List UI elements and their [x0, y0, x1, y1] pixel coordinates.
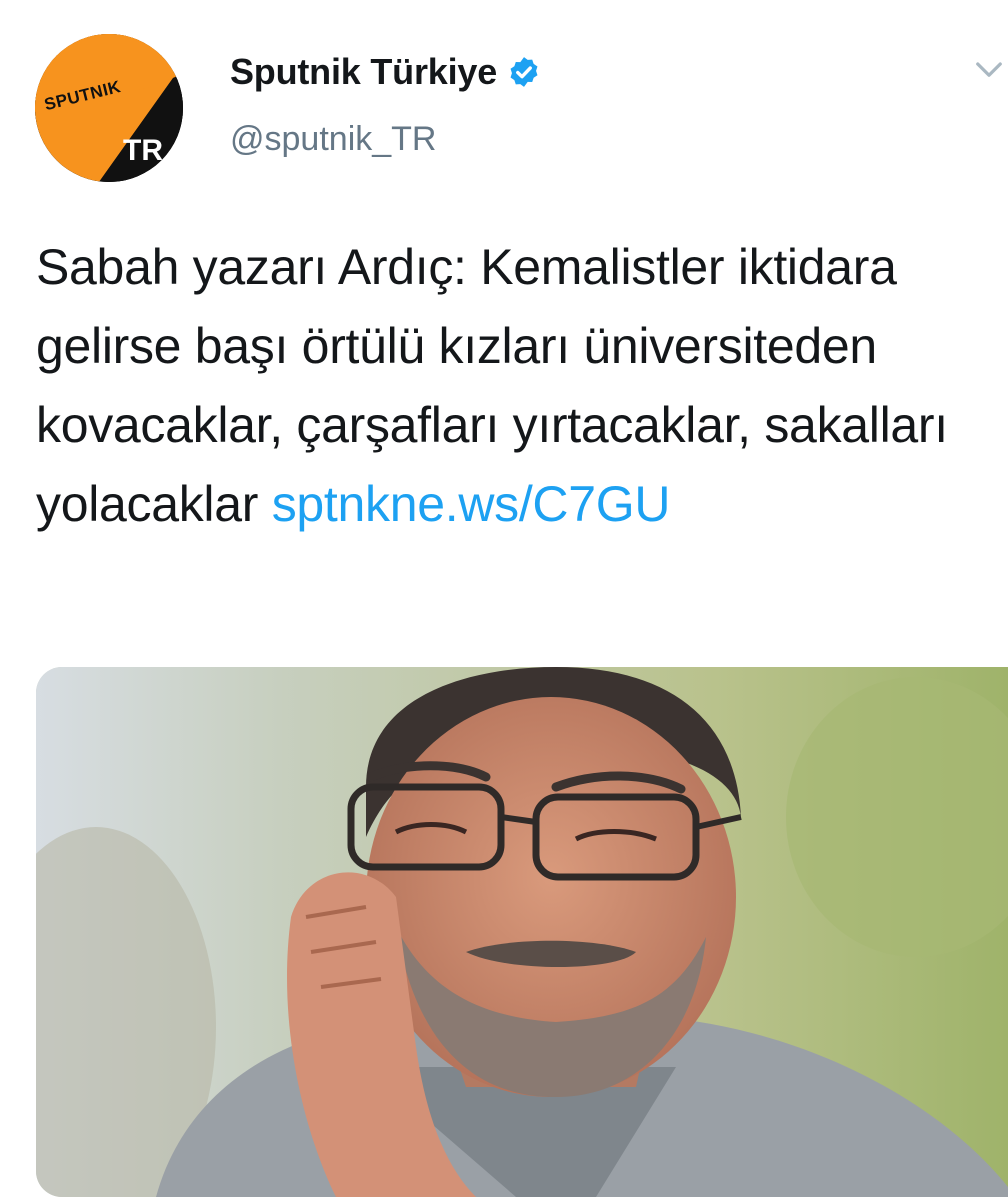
display-name[interactable]: Sputnik Türkiye — [230, 51, 497, 93]
verified-badge-icon — [510, 57, 538, 87]
tweet-link[interactable]: sptnkne.ws/C7GU — [272, 476, 671, 532]
avatar-badge-text: TR — [123, 134, 163, 167]
tweet-text: Sabah yazarı Ardıç: Kemalistler iktidara… — [36, 228, 986, 544]
chevron-down-icon[interactable] — [974, 54, 1004, 84]
sputnik-logo: SPUTNIK TR — [35, 34, 183, 182]
account-handle[interactable]: @sputnik_TR — [230, 120, 436, 159]
tweet-media-photo[interactable] — [36, 667, 1008, 1197]
display-name-row[interactable]: Sputnik Türkiye — [230, 48, 541, 96]
photo-man-with-glasses — [36, 667, 1008, 1197]
profile-avatar[interactable]: SPUTNIK TR — [35, 34, 183, 182]
tweet-card[interactable]: SPUTNIK TR Sputnik Türkiye @sputnik_TR S… — [0, 0, 1008, 1200]
